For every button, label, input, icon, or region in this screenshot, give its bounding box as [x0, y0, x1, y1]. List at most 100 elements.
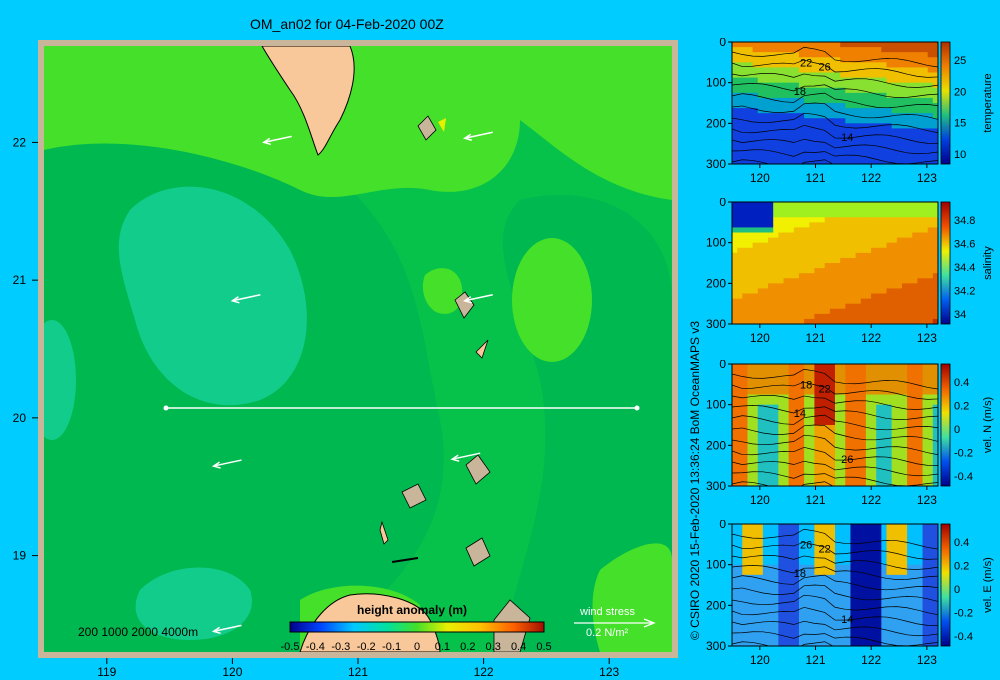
panel-temperature: 26 22 18 14 120 121 122 123 0 100 200 300 25 20 15 10 te…	[700, 35, 1000, 188]
contour-label: 26	[800, 540, 812, 552]
contour-label: 18	[800, 380, 812, 392]
section-colorbar-tick: 25	[954, 55, 966, 67]
contour-label: 18	[794, 568, 806, 580]
lat-tick-label: 22	[13, 135, 27, 149]
section-colorbar	[940, 363, 951, 487]
section-colorbar-tick: -0.2	[954, 608, 973, 620]
section-y-tick: 300	[706, 157, 726, 171]
contour-label: 22	[819, 543, 831, 555]
section-colorbar-tick: 0	[954, 584, 960, 596]
colorbar-tick-label: 0.1	[435, 641, 450, 653]
lat-tick-label: 21	[13, 273, 27, 287]
depth-legend: 200 1000 2000 4000m	[78, 625, 198, 639]
section-x-tick: 122	[861, 331, 881, 345]
section-y-tick: 0	[719, 198, 726, 209]
section-y-tick: 100	[706, 236, 726, 250]
contour-label: 18	[794, 86, 806, 98]
section-x-tick: 120	[750, 653, 770, 667]
section-y-tick: 100	[706, 398, 726, 412]
contour-label: 22	[819, 383, 831, 395]
section-colorbar-tick: 0.4	[954, 377, 969, 389]
colorbar-tick-label: -0.5	[281, 641, 300, 653]
section-x-tick: 120	[750, 171, 770, 185]
section-x-tick: 122	[861, 171, 881, 185]
contour-label: 26	[841, 454, 853, 466]
section-x-tick: 122	[861, 653, 881, 667]
section-y-tick: 100	[706, 76, 726, 90]
section-variable-label: temperature	[982, 73, 994, 132]
section-colorbar-tick: 20	[954, 86, 966, 98]
panel-vel-e: 22 26 18 14 120 121 122 123 0 100 200 300 0.4 0.2 0 -0.…	[700, 517, 1000, 670]
section-field	[732, 202, 938, 324]
section-colorbar-tick: 0	[954, 424, 960, 436]
section-y-tick: 300	[706, 479, 726, 493]
section-colorbar-tick: 34.4	[954, 262, 975, 274]
colorbar-tick-label: 0.5	[536, 641, 551, 653]
colorbar-tick-label: 0.4	[511, 641, 526, 653]
section-variable-label: vel. N (m/s)	[982, 397, 994, 453]
colorbar-tick-label: 0.3	[486, 641, 501, 653]
section-variable-label: salinity	[982, 246, 994, 280]
colorbar-title: height anomaly (m)	[357, 603, 467, 617]
map-chart: 119 120 121 122 123 22 21 20 19 200 1000 2000 40…	[13, 40, 678, 679]
colorbar-tick-label: -0.1	[382, 641, 401, 653]
section-x-tick: 121	[805, 493, 825, 507]
section-y-tick: 100	[706, 558, 726, 572]
colorbar-tick-label: 0	[414, 641, 420, 653]
colorbar-tick-label: -0.2	[357, 641, 376, 653]
lon-tick-label: 122	[474, 665, 494, 679]
contour-label: 14	[841, 132, 853, 144]
section-y-tick: 200	[706, 438, 726, 452]
section-y-tick: 200	[706, 116, 726, 130]
colorbar-tick-label: -0.3	[331, 641, 350, 653]
credit-text: © CSIRO 2020 15-Feb-2020 13:36:24 BoM Oc…	[688, 320, 702, 640]
section-field	[732, 364, 938, 486]
section-y-tick: 0	[719, 520, 726, 531]
section-x-tick: 123	[917, 331, 937, 345]
contour-label: 14	[841, 614, 853, 626]
section-field	[732, 42, 938, 164]
colorbar-tick-label: -0.4	[306, 641, 325, 653]
lat-tick-label: 20	[13, 411, 27, 425]
section-colorbar-tick: 0.2	[954, 561, 969, 573]
section-y-tick: 0	[719, 38, 726, 49]
lon-tick-label: 121	[348, 665, 368, 679]
panel-salinity: 120 121 122 123 0 100 200 300 34.8 34.6 34.4 34.2 34…	[700, 195, 1000, 348]
section-x-tick: 122	[861, 493, 881, 507]
lon-tick-label: 123	[599, 665, 619, 679]
section-colorbar-tick: 34.6	[954, 239, 975, 251]
colorbar-tick-label: 0.2	[460, 641, 475, 653]
wind-label: wind stress	[579, 606, 636, 618]
section-colorbar-tick: -0.2	[954, 448, 973, 460]
contour-label: 26	[819, 61, 831, 73]
lat-tick-label: 19	[13, 549, 27, 563]
eddy-east	[512, 238, 592, 362]
section-colorbar	[940, 41, 951, 165]
wind-scale: 0.2 N/m²	[586, 627, 629, 639]
lon-tick-label: 120	[222, 665, 242, 679]
contour-label: 22	[800, 58, 812, 70]
section-x-tick: 121	[805, 171, 825, 185]
contour-label: 14	[794, 408, 806, 420]
section-x-tick: 120	[750, 331, 770, 345]
section-colorbar-tick: 34.2	[954, 286, 975, 298]
section-field	[732, 524, 938, 646]
section-x-tick: 121	[805, 653, 825, 667]
section-colorbar-tick: -0.4	[954, 631, 973, 643]
section-variable-label: vel. E (m/s)	[982, 557, 994, 613]
height-anomaly-field	[44, 46, 672, 652]
section-y-tick: 200	[706, 276, 726, 290]
section-y-tick: 200	[706, 598, 726, 612]
section-colorbar-tick: 10	[954, 149, 966, 161]
section-colorbar	[940, 523, 951, 647]
section-y-tick: 300	[706, 639, 726, 653]
section-colorbar-tick: 0.2	[954, 401, 969, 413]
section-x-tick: 123	[917, 171, 937, 185]
section-y-tick: 300	[706, 317, 726, 331]
section-colorbar-tick: -0.4	[954, 471, 973, 483]
section-x-tick: 123	[917, 493, 937, 507]
section-x-tick: 120	[750, 493, 770, 507]
section-colorbar-tick: 0.4	[954, 537, 969, 549]
section-y-tick: 0	[719, 360, 726, 371]
section-colorbar-tick: 34	[954, 309, 966, 321]
